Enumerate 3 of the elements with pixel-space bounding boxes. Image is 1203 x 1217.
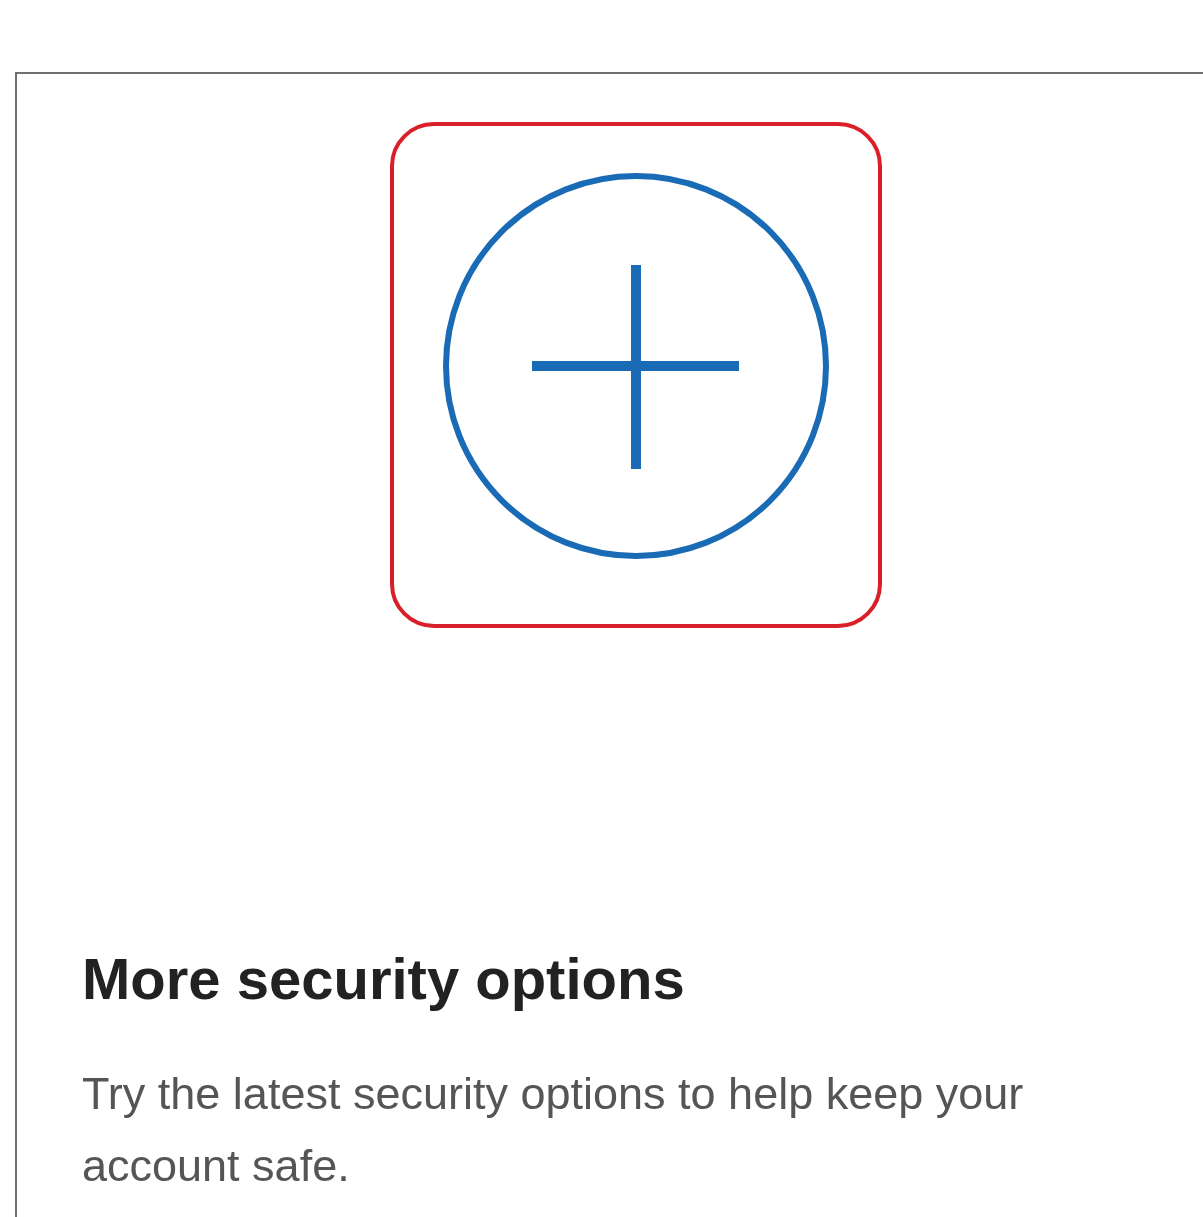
card-title: More security options	[82, 945, 686, 1013]
card-description: Try the latest security options to help keep your account safe.	[82, 1066, 1025, 1194]
add-icon[interactable]	[441, 171, 831, 561]
